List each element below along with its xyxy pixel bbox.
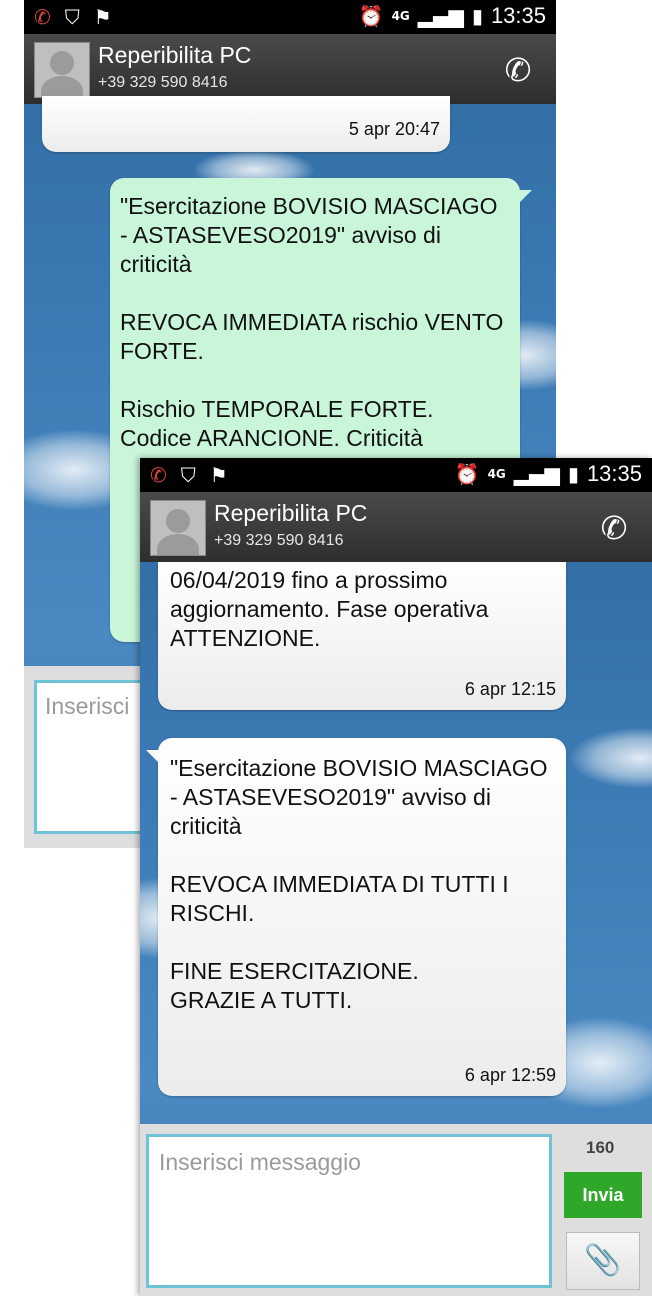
send-button[interactable]: Invia [564,1172,642,1218]
composer: Inserisci messaggio 160 Invia 📎 [140,1124,652,1296]
bubble-tail [146,750,160,764]
signal-icon: ▂▄▆ [417,4,464,28]
network-4g-icon: 4G [391,9,410,23]
flag-icon: ⚑ [93,5,112,29]
missed-call-icon: ✆ [150,463,167,487]
message-time: 5 apr 20:47 [348,119,440,139]
network-4g-icon: 4G [487,467,506,481]
message-text: 06/04/2019 fino a prossimo aggiornamento… [170,567,494,651]
avatar[interactable] [34,42,90,98]
message-time: 6 apr 12:59 [464,1065,556,1085]
contact-name: Reperibilita PC [214,500,368,526]
contact-number: +39 329 590 8416 [214,532,344,549]
phone-icon[interactable]: ✆ [498,50,538,90]
conversation-header: Reperibilita PC +39 329 590 8416 ✆ [24,34,556,104]
status-bar: ✆ ⛉ ⚑ ⏰ 4G ▂▄▆ ▮ 13:35 [140,458,652,492]
conversation-header: Reperibilita PC +39 329 590 8416 ✆ [140,492,652,562]
alarm-icon: ⏰ [358,4,384,28]
flag-icon: ⚑ [209,463,228,487]
message-bubble-received[interactable]: "Esercitazione BOVISIO MASCIAGO - ASTASE… [146,738,566,1096]
status-bar: ✆ ⛉ ⚑ ⏰ 4G ▂▄▆ ▮ 13:35 [24,0,556,34]
battery-icon: ▮ [471,4,483,28]
message-bubble-received[interactable]: 06/04/2019 fino a prossimo aggiornamento… [158,562,566,710]
clock: 13:35 [490,3,546,28]
shield-icon: ⛉ [180,463,196,487]
signal-icon: ▂▄▆ [513,462,560,486]
paperclip-icon: 📎 [584,1243,622,1278]
message-bubble-received[interactable]: 5 apr 20:47 [42,96,450,152]
cloud [570,728,652,788]
message-time: 6 apr 12:15 [464,679,556,699]
clock: 13:35 [586,461,642,486]
char-counter: 160 [586,1138,615,1157]
alarm-icon: ⏰ [454,462,480,486]
phone-icon[interactable]: ✆ [594,508,634,548]
message-text: "Esercitazione BOVISIO MASCIAGO - ASTASE… [120,193,504,451]
front-screenshot: ✆ ⛉ ⚑ ⏰ 4G ▂▄▆ ▮ 13:35 Reperibilita PC +… [140,458,652,1296]
contact-name: Reperibilita PC [98,42,252,68]
message-text: "Esercitazione BOVISIO MASCIAGO - ASTASE… [170,755,548,1013]
battery-icon: ▮ [567,462,579,486]
message-input[interactable]: Inserisci messaggio [146,1134,552,1288]
shield-icon: ⛉ [64,5,80,29]
missed-call-icon: ✆ [34,5,51,29]
avatar[interactable] [150,500,206,556]
bubble-tail [518,190,532,204]
attach-button[interactable]: 📎 [566,1232,640,1290]
contact-number: +39 329 590 8416 [98,74,228,91]
